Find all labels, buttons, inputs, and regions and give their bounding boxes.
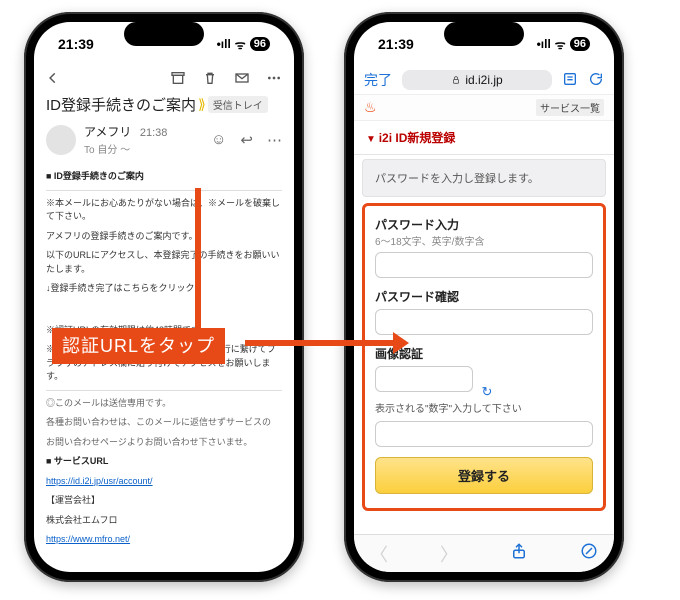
- wifi-icon: ᯤ: [235, 36, 246, 53]
- readonly-note-1: ◎このメールは送信専用です。: [46, 397, 282, 411]
- company-name: 株式会社エムフロ: [46, 514, 282, 528]
- mail-icon[interactable]: [234, 70, 250, 86]
- callout-badge: 認証URLをタップ: [52, 328, 225, 364]
- captcha-input[interactable]: [375, 421, 593, 447]
- signal-icon: •ıll: [217, 37, 231, 51]
- service-url-link[interactable]: https://id.i2i.jp/usr/account/: [46, 476, 153, 486]
- battery-value: 96: [574, 38, 586, 50]
- site-bar: ♨ サービス一覧: [354, 94, 614, 121]
- divider: [46, 190, 282, 191]
- clock: 21:39: [378, 36, 414, 52]
- mail-toolbar: [34, 66, 294, 92]
- page-title: i2i ID新規登録: [354, 121, 614, 155]
- trash-icon[interactable]: [202, 70, 218, 86]
- service-list-button[interactable]: サービス一覧: [536, 99, 604, 116]
- back-icon[interactable]: [46, 71, 60, 85]
- recipient-line[interactable]: To 自分 〜: [84, 141, 203, 156]
- more-icon[interactable]: [266, 70, 282, 86]
- phone-right: 21:39 •ıll ᯤ 96 完了 id.i2i.jp: [344, 12, 624, 582]
- back-nav-icon[interactable]: 〈: [370, 541, 388, 567]
- screen-browser: 21:39 •ıll ᯤ 96 完了 id.i2i.jp: [354, 22, 614, 572]
- sender-time: 21:38: [140, 127, 168, 139]
- password-form: パスワード入力 6〜18文字、英字/数字含 パスワード確認 画像認証 ↻ 表示さ…: [362, 203, 606, 511]
- sender-name: アメフリ: [84, 125, 131, 139]
- lock-icon: [451, 75, 461, 85]
- avatar: [46, 125, 76, 155]
- password-input[interactable]: [375, 252, 593, 278]
- arrow-down: [195, 188, 201, 334]
- readonly-note-3: お問い合わせページよりお問い合わせ下さいませ。: [46, 436, 282, 450]
- password-hint: 6〜18文字、英字/数字含: [375, 233, 593, 248]
- sender-row: アメフリ 21:38 To 自分 〜 ☺ ↩ ⋯: [34, 121, 294, 162]
- address-text: id.i2i.jp: [465, 73, 502, 87]
- screen-email: 21:39 •ıll ᯤ 96: [34, 22, 294, 572]
- fire-icon[interactable]: ♨: [364, 99, 377, 116]
- body-heading: ■ ID登録手続きのご案内: [46, 170, 282, 184]
- captcha-image: [375, 366, 473, 392]
- divider: [46, 390, 282, 391]
- refresh-icon[interactable]: [588, 71, 604, 90]
- signal-icon: •ıll: [537, 37, 551, 51]
- company-url-link[interactable]: https://www.mfro.net/: [46, 534, 130, 544]
- click-prompt: ↓登録手続き完了はこちらをクリック↓: [46, 282, 282, 296]
- archive-icon[interactable]: [170, 70, 186, 86]
- dynamic-island: [124, 22, 204, 46]
- page-desc: パスワードを入力し登録します。: [362, 159, 606, 197]
- readonly-note-2: 各種お問い合わせは、このメールに返信せずサービスの: [46, 416, 282, 430]
- confirm-label: パスワード確認: [375, 288, 593, 305]
- subject-line: ID登録手続きのご案内 ⟫ 受信トレイ: [34, 92, 294, 121]
- phone-left: 21:39 •ıll ᯤ 96: [24, 12, 304, 582]
- subject-text: ID登録手続きのご案内: [46, 94, 196, 115]
- captcha-note: 表示される"数字"入力して下さい: [375, 400, 593, 415]
- intro-line-1: アメフリの登録手続きのご案内です。: [46, 230, 282, 244]
- battery-indicator: 96: [250, 37, 270, 51]
- captcha-refresh-icon[interactable]: ↻: [482, 384, 493, 399]
- wifi-icon: ᯤ: [555, 36, 566, 53]
- password-label: パスワード入力: [375, 216, 593, 233]
- service-url-label: ■ サービスURL: [46, 455, 282, 469]
- intro-line-2: 以下のURLにアクセスし、本登録完了の手続きをお願いいたします。: [46, 249, 282, 276]
- warning-line: ※本メールにお心あたりがない場合は、※メールを破棄して下さい。: [46, 197, 282, 224]
- clock: 21:39: [58, 36, 94, 52]
- done-button[interactable]: 完了: [364, 70, 392, 90]
- dynamic-island: [444, 22, 524, 46]
- react-icon[interactable]: ☺: [211, 131, 226, 149]
- inbox-chip: 受信トレイ: [208, 96, 268, 113]
- battery-indicator: 96: [570, 37, 590, 51]
- register-button[interactable]: 登録する: [375, 457, 593, 494]
- forward-nav-icon[interactable]: 〉: [440, 541, 458, 567]
- safari-bottom-bar: 〈 〉: [354, 534, 614, 572]
- sender-more-icon[interactable]: ⋯: [267, 131, 282, 149]
- safari-icon[interactable]: [580, 542, 598, 565]
- importance-marker-icon: ⟫: [198, 96, 206, 113]
- share-icon[interactable]: [510, 542, 528, 565]
- company-label: 【運営会社】: [46, 494, 282, 508]
- address-bar[interactable]: id.i2i.jp: [402, 70, 552, 90]
- arrow-right: [245, 340, 395, 346]
- reader-icon[interactable]: [562, 71, 578, 90]
- battery-value: 96: [254, 38, 266, 50]
- safari-toolbar: 完了 id.i2i.jp: [354, 66, 614, 94]
- reply-icon[interactable]: ↩: [240, 131, 253, 149]
